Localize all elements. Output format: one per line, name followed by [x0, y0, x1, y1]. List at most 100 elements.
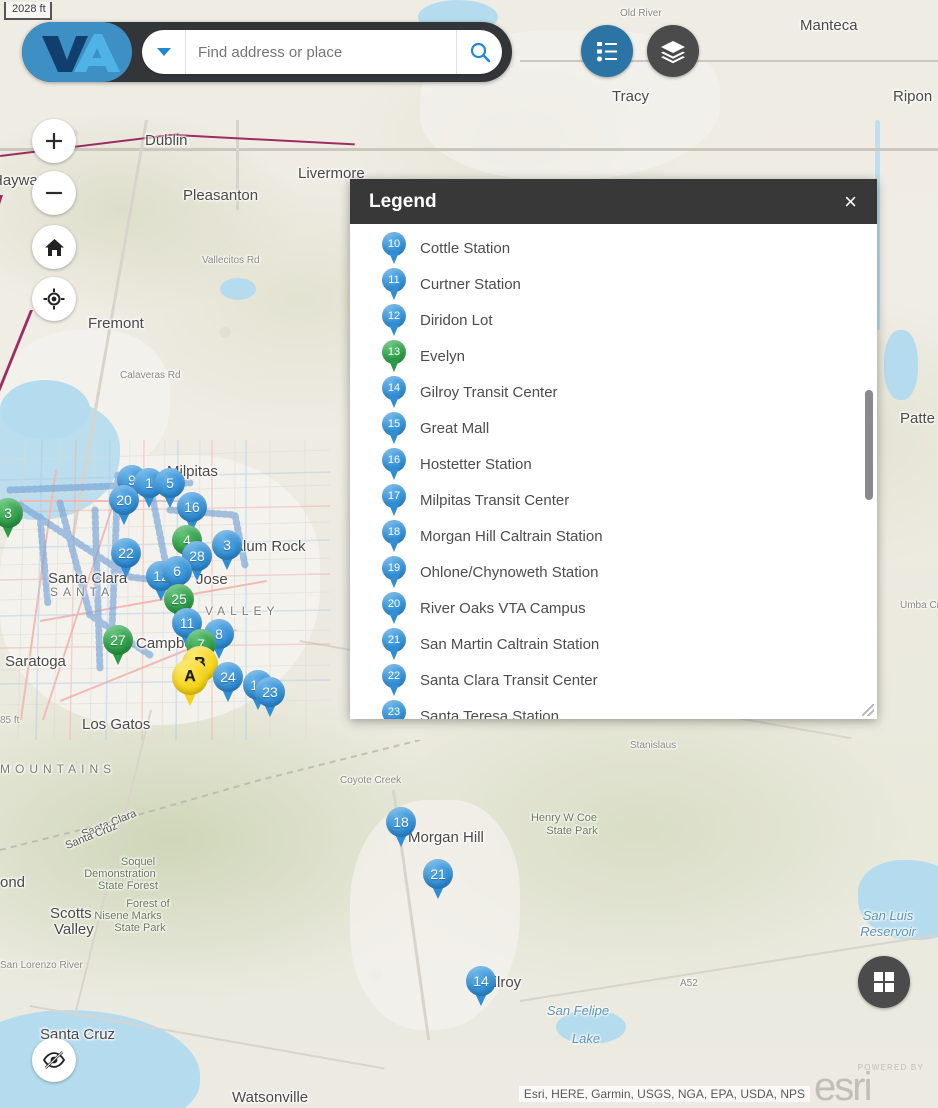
map-marker-head: 23	[255, 677, 285, 707]
legend-item[interactable]: 20 River Oaks VTA Campus	[350, 590, 877, 626]
legend-pin-tail	[388, 322, 400, 336]
legend-pin-icon: 20	[382, 592, 406, 624]
search-source-dropdown[interactable]	[142, 30, 186, 74]
map-marker-head: 21	[423, 859, 453, 889]
panel-resize-grip[interactable]	[862, 704, 874, 716]
legend-pin-tail	[388, 574, 400, 588]
legend-item[interactable]: 12 Diridon Lot	[350, 302, 877, 338]
legend-pin-icon: 12	[382, 304, 406, 336]
legend-pin-tail	[388, 718, 400, 719]
map-marker-number: 3	[223, 537, 231, 553]
map-marker-number: 3	[4, 505, 12, 521]
map-marker-pin[interactable]: 21	[423, 859, 453, 899]
zoom-in-button[interactable]	[32, 119, 76, 163]
map-application: DublinLivermorePleasantonHaywardFremontT…	[0, 0, 938, 1108]
legend-pin-tail	[388, 538, 400, 552]
map-marker-pin[interactable]: 23	[255, 677, 285, 717]
map-marker-head: 6	[162, 556, 192, 586]
map-marker-head: 27	[103, 625, 133, 655]
legend-pin-tail	[388, 358, 400, 372]
legend-item[interactable]: 13Evelyn	[350, 338, 877, 374]
vta-logo[interactable]	[22, 22, 132, 82]
map-marker-pin[interactable]: 14	[466, 966, 496, 1006]
home-icon	[44, 237, 65, 258]
legend-item-label: River Oaks VTA Campus	[420, 600, 586, 617]
legend-item[interactable]: 15Great Mall	[350, 410, 877, 446]
legend-list-icon	[594, 38, 620, 64]
map-marker-head: 18	[386, 807, 416, 837]
legend-toggle-button[interactable]	[581, 25, 633, 77]
map-marker-pin[interactable]: 3	[0, 498, 23, 538]
legend-pin-icon: 14	[382, 376, 406, 408]
search-input[interactable]	[186, 44, 456, 61]
map-marker-number: A	[184, 668, 196, 686]
map-marker-pin[interactable]: 22	[111, 538, 141, 578]
legend-item-label: Milpitas Transit Center	[420, 492, 569, 509]
legend-pin-icon: 21	[382, 628, 406, 660]
legend-scrollbar-thumb[interactable]	[865, 390, 873, 500]
legend-item[interactable]: 18 Morgan Hill Caltrain Station	[350, 518, 877, 554]
close-icon[interactable]: ×	[840, 189, 861, 215]
legend-pin-tail	[388, 466, 400, 480]
water-lake-right	[884, 330, 918, 400]
water-bay-2	[0, 380, 90, 440]
scale-bar: 2028 ft	[4, 2, 52, 20]
legend-item-label: Santa Clara Transit Center	[420, 672, 598, 689]
esri-logo[interactable]: POWERED BY esri	[814, 1062, 932, 1106]
legend-pin-icon: 11	[382, 268, 406, 300]
plus-icon	[43, 130, 65, 152]
legend-panel: Legend × 10 Cottle Station 11 Curtner Stati…	[350, 179, 877, 719]
water-del-valle	[220, 278, 256, 300]
map-marker-number: 25	[171, 591, 187, 607]
legend-item[interactable]: 19 Ohlone/Chynoweth Station	[350, 554, 877, 590]
locate-icon	[42, 287, 66, 311]
legend-item[interactable]: 10 Cottle Station	[350, 230, 877, 266]
hide-layers-button[interactable]	[32, 1038, 76, 1082]
search-bar	[142, 30, 502, 74]
legend-item[interactable]: 22 Santa Clara Transit Center	[350, 662, 877, 698]
legend-item[interactable]: 11 Curtner Station	[350, 266, 877, 302]
legend-item[interactable]: 17Milpitas Transit Center	[350, 482, 877, 518]
apps-grid-button[interactable]	[858, 956, 910, 1008]
legend-list[interactable]: 10 Cottle Station 11 Curtner Station 12 Dirid…	[350, 224, 877, 719]
zoom-out-button[interactable]	[32, 171, 76, 215]
legend-pin-icon: 10	[382, 232, 406, 264]
legend-item-label: Gilroy Transit Center	[420, 384, 558, 401]
map-marker-pin[interactable]: 24	[213, 662, 243, 702]
map-marker-pin[interactable]: 18	[386, 807, 416, 847]
map-attribution: Esri, HERE, Garmin, USGS, NGA, EPA, USDA…	[519, 1086, 810, 1102]
map-marker-pin[interactable]: 27	[103, 625, 133, 665]
map-marker-number: 6	[173, 563, 181, 579]
legend-item-label: Cottle Station	[420, 240, 510, 257]
legend-item-label: Santa Teresa Station	[420, 708, 559, 720]
legend-pin-tail	[388, 610, 400, 624]
map-marker-number: 1	[145, 475, 153, 491]
locate-button[interactable]	[32, 277, 76, 321]
search-button[interactable]	[456, 30, 502, 74]
legend-pin-icon: 19	[382, 556, 406, 588]
legend-item[interactable]: 14 Gilroy Transit Center	[350, 374, 877, 410]
legend-item-label: Ohlone/Chynoweth Station	[420, 564, 598, 581]
map-marker-pin[interactable]: 3	[212, 530, 242, 570]
home-button[interactable]	[32, 225, 76, 269]
legend-item[interactable]: 23Santa Teresa Station	[350, 698, 877, 719]
legend-item[interactable]: 21 San Martin Caltrain Station	[350, 626, 877, 662]
legend-item-label: Diridon Lot	[420, 312, 493, 329]
basemap-gallery-button[interactable]	[647, 25, 699, 77]
map-marker-head: 3	[212, 530, 242, 560]
legend-item-label: Morgan Hill Caltrain Station	[420, 528, 603, 545]
vta-logo-icon	[22, 22, 132, 82]
map-marker-pin[interactable]: A	[172, 659, 208, 707]
legend-pin-icon: 22	[382, 664, 406, 696]
legend-scrollbar[interactable]	[865, 230, 873, 719]
legend-pin-tail	[388, 430, 400, 444]
legend-item-label: San Martin Caltrain Station	[420, 636, 599, 653]
map-marker-head: A	[172, 659, 208, 695]
map-marker-number: 24	[220, 669, 236, 685]
legend-item-label: Curtner Station	[420, 276, 521, 293]
legend-item[interactable]: 16Hostetter Station	[350, 446, 877, 482]
map-marker-number: 8	[215, 626, 223, 642]
legend-panel-header[interactable]: Legend ×	[350, 179, 877, 224]
legend-pin-icon: 18	[382, 520, 406, 552]
legend-pin-tail	[388, 286, 400, 300]
